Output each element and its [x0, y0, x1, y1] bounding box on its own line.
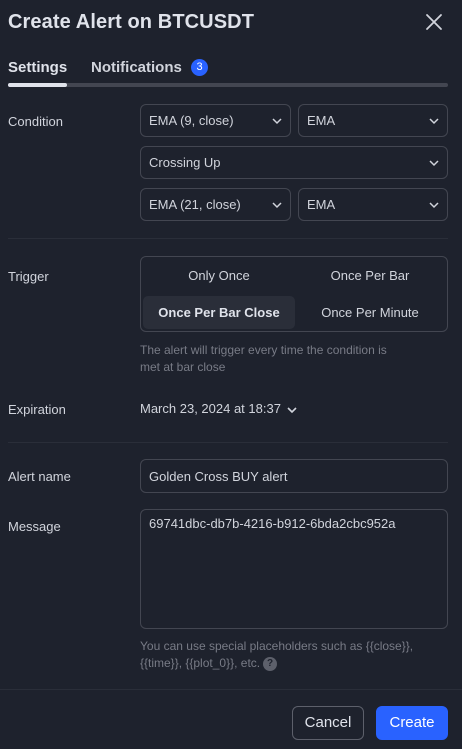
- chevron-down-icon: [429, 160, 439, 167]
- chevron-down-icon: [272, 202, 282, 209]
- message-value: 69741dbc-db7b-4216-b912-6bda2cbc952a: [149, 516, 396, 531]
- trigger-options-group: Only Once Once Per Bar Once Per Bar Clos…: [140, 256, 448, 332]
- notifications-count-badge: 3: [191, 59, 208, 76]
- footer-divider: [0, 689, 462, 690]
- create-button[interactable]: Create: [376, 706, 448, 740]
- expiration-label: Expiration: [8, 402, 66, 417]
- condition-indicator-1-plot-value: EMA: [307, 113, 336, 128]
- alert-name-input[interactable]: Golden Cross BUY alert: [140, 459, 448, 493]
- alert-name-label: Alert name: [8, 469, 71, 484]
- alert-name-value: Golden Cross BUY alert: [149, 469, 288, 484]
- dialog-header: Create Alert on BTCUSDT: [0, 0, 462, 46]
- expiration-value: March 23, 2024 at 18:37: [140, 401, 281, 416]
- trigger-option-once-per-bar[interactable]: Once Per Bar: [294, 259, 446, 292]
- chevron-down-icon: [429, 202, 439, 209]
- cancel-button[interactable]: Cancel: [292, 706, 364, 740]
- section-divider: [8, 442, 448, 443]
- condition-indicator-2-value: EMA (21, close): [149, 197, 241, 212]
- dialog-title: Create Alert on BTCUSDT: [8, 11, 255, 33]
- close-icon: [426, 14, 442, 30]
- trigger-hint: The alert will trigger every time the co…: [140, 342, 387, 376]
- message-label: Message: [8, 519, 61, 534]
- condition-operator-value: Crossing Up: [149, 155, 221, 170]
- condition-indicator-2-select[interactable]: EMA (21, close): [140, 188, 291, 221]
- expiration-picker[interactable]: March 23, 2024 at 18:37: [140, 401, 299, 417]
- condition-indicator-2-plot-select[interactable]: EMA: [298, 188, 448, 221]
- chevron-down-icon: [429, 118, 439, 125]
- tab-notifications[interactable]: Notifications: [91, 59, 182, 76]
- help-icon[interactable]: ?: [263, 656, 278, 671]
- condition-indicator-1-value: EMA (9, close): [149, 113, 234, 128]
- trigger-hint-line-1: The alert will trigger every time the co…: [140, 343, 387, 357]
- tab-active-indicator: [8, 83, 67, 87]
- tab-bar: Settings Notifications 3: [8, 58, 448, 90]
- condition-indicator-1-select[interactable]: EMA (9, close): [140, 104, 291, 137]
- trigger-option-once-per-bar-close[interactable]: Once Per Bar Close: [143, 296, 295, 329]
- message-hint-line-2: {{time}}, {{plot_0}}, etc.: [140, 656, 261, 670]
- tab-track: [8, 83, 448, 87]
- condition-label: Condition: [8, 114, 63, 129]
- trigger-hint-line-2: met at bar close: [140, 360, 226, 374]
- message-hint-line-1: You can use special placeholders such as…: [140, 639, 414, 653]
- message-hint: You can use special placeholders such as…: [140, 638, 413, 672]
- trigger-option-only-once[interactable]: Only Once: [143, 259, 295, 292]
- close-button[interactable]: [422, 10, 446, 34]
- trigger-label: Trigger: [8, 269, 49, 284]
- condition-indicator-1-plot-select[interactable]: EMA: [298, 104, 448, 137]
- chevron-down-icon: [287, 406, 297, 413]
- section-divider: [8, 238, 448, 239]
- tab-settings[interactable]: Settings: [8, 59, 67, 76]
- condition-indicator-2-plot-value: EMA: [307, 197, 336, 212]
- chevron-down-icon: [272, 118, 282, 125]
- condition-operator-select[interactable]: Crossing Up: [140, 146, 448, 179]
- message-textarea[interactable]: 69741dbc-db7b-4216-b912-6bda2cbc952a: [140, 509, 448, 629]
- trigger-option-once-per-minute[interactable]: Once Per Minute: [294, 296, 446, 329]
